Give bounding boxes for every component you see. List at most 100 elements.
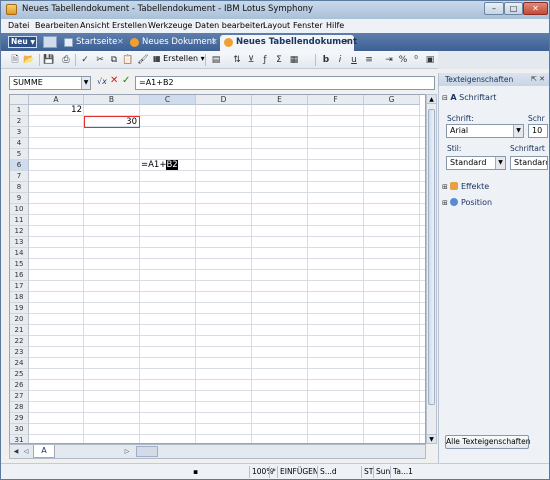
tab-list-icon[interactable]	[43, 36, 57, 48]
row-header-20[interactable]: 20	[10, 314, 29, 325]
row-header-10[interactable]: 10	[10, 204, 29, 215]
sort-icon[interactable]: ⇅	[231, 54, 243, 66]
scroll-up-icon[interactable]: ▲	[427, 95, 436, 104]
section-schriftart[interactable]: ⊟ A Schriftart	[442, 93, 496, 102]
column-header-a[interactable]: A	[29, 95, 84, 105]
row-header-17[interactable]: 17	[10, 281, 29, 292]
menu-datei[interactable]: Datei	[8, 21, 29, 30]
menu-werkzeuge[interactable]: Werkzeuge	[148, 21, 192, 30]
scroll-thumb[interactable]	[428, 109, 435, 405]
chevron-down-icon[interactable]: ▼	[495, 157, 505, 169]
next-sheet-icon[interactable]: ▷	[122, 447, 132, 457]
row-header-28[interactable]: 28	[10, 402, 29, 413]
column-header-g[interactable]: G	[364, 95, 420, 105]
expand-icon[interactable]: ⊞	[442, 199, 448, 207]
row-header-31[interactable]: 31	[10, 435, 29, 443]
row-header-3[interactable]: 3	[10, 127, 29, 138]
cell-c6[interactable]: =A1+B2	[140, 160, 200, 171]
number-format-icon[interactable]: %	[397, 54, 409, 66]
close-window-button[interactable]: ✕	[523, 2, 548, 15]
menu-erstellen[interactable]: Erstellen	[112, 21, 147, 30]
copy-icon[interactable]: ⧉	[108, 54, 120, 66]
open-icon[interactable]: 📂	[23, 54, 35, 66]
row-header-9[interactable]: 9	[10, 193, 29, 204]
column-header-f[interactable]: F	[308, 95, 364, 105]
create-button[interactable]: ▦ Erstellen ▾	[153, 54, 205, 63]
insert-mode[interactable]: EINFÜGEN	[277, 466, 319, 478]
row-header-27[interactable]: 27	[10, 391, 29, 402]
sidebar-pin-icon[interactable]: ⇱ ✕	[531, 73, 545, 86]
scroll-down-icon[interactable]: ▼	[427, 434, 436, 443]
accept-icon[interactable]: ✓	[122, 75, 130, 86]
row-header-24[interactable]: 24	[10, 358, 29, 369]
row-header-29[interactable]: 29	[10, 413, 29, 424]
column-header-c[interactable]: C	[140, 95, 196, 105]
row-header-11[interactable]: 11	[10, 215, 29, 226]
row-header-4[interactable]: 4	[10, 138, 29, 149]
underline-icon[interactable]: u	[348, 54, 360, 66]
select-all-corner[interactable]	[10, 95, 29, 105]
row-header-2[interactable]: 2	[10, 116, 29, 127]
decimal-icon[interactable]: ⁰	[410, 54, 422, 66]
spellcheck-icon[interactable]: ✓	[79, 54, 91, 66]
row-header-7[interactable]: 7	[10, 171, 29, 182]
row-header-19[interactable]: 19	[10, 303, 29, 314]
close-icon[interactable]: ✕	[211, 35, 218, 49]
vertical-scrollbar[interactable]: ▲ ▼	[426, 94, 437, 444]
formula-input[interactable]: =A1+B2	[135, 76, 435, 90]
chevron-down-icon[interactable]: ▼	[513, 125, 523, 137]
expand-icon[interactable]: ⊞	[442, 183, 448, 191]
row-header-8[interactable]: 8	[10, 182, 29, 193]
new-file-icon[interactable]: 🗎	[9, 54, 21, 66]
close-icon[interactable]: ✕	[344, 35, 351, 49]
row-header-30[interactable]: 30	[10, 424, 29, 435]
paragraph-style-field[interactable]: Standard ▼	[446, 156, 506, 170]
section-effekte[interactable]: ⊞ Effekte	[442, 182, 489, 191]
filter-icon[interactable]: ⊻	[245, 54, 257, 66]
bold-icon[interactable]: b	[320, 54, 332, 66]
selection-mode[interactable]: S...d	[317, 466, 361, 478]
paste-icon[interactable]: 📋	[122, 54, 134, 66]
cut-icon[interactable]: ✂	[94, 54, 106, 66]
font-style-field[interactable]: Standard	[510, 156, 548, 170]
menu-layout[interactable]: Layout	[263, 21, 290, 30]
format-paint-icon[interactable]: 🖌	[137, 54, 149, 66]
chart-icon[interactable]: ▤	[210, 54, 222, 66]
font-size-field[interactable]: 10	[528, 124, 548, 138]
name-box[interactable]: SUMME	[9, 76, 91, 90]
row-header-5[interactable]: 5	[10, 149, 29, 160]
tab-neues-tabellendokument[interactable]: Neues Tabellendokument ✕	[220, 35, 357, 51]
menu-daten-bearbeiten[interactable]: Daten bearbeiten	[195, 21, 265, 30]
menu-hilfe[interactable]: Hilfe	[326, 21, 344, 30]
all-text-properties-button[interactable]: Alle Texteigenschaften	[445, 435, 531, 449]
align-icon[interactable]: ≡	[363, 54, 375, 66]
sheet-tab[interactable]: A	[33, 445, 55, 458]
zoom-level[interactable]: 100%	[249, 466, 273, 478]
maximize-button[interactable]: □	[504, 2, 523, 15]
prev-sheet-icon[interactable]: ◁	[21, 447, 31, 457]
row-header-21[interactable]: 21	[10, 325, 29, 336]
sum-icon[interactable]: Σ	[273, 54, 285, 66]
first-sheet-icon[interactable]: ◀	[11, 447, 21, 457]
cell-a1[interactable]: 12	[29, 105, 84, 116]
print-icon[interactable]: ⎙	[60, 54, 72, 66]
collapse-icon[interactable]: ⊟	[442, 94, 448, 102]
function-icon[interactable]: ƒ	[259, 54, 271, 66]
close-icon[interactable]: ✕	[117, 35, 124, 49]
tab-startseite[interactable]: Startseite ✕	[60, 35, 126, 51]
row-header-6[interactable]: 6	[10, 160, 29, 171]
column-header-b[interactable]: B	[84, 95, 140, 105]
row-header-16[interactable]: 16	[10, 270, 29, 281]
save-icon[interactable]: 💾	[43, 54, 55, 66]
borders-icon[interactable]: ▣	[424, 54, 436, 66]
row-header-26[interactable]: 26	[10, 380, 29, 391]
row-header-23[interactable]: 23	[10, 347, 29, 358]
row-header-25[interactable]: 25	[10, 369, 29, 380]
menu-bearbeiten[interactable]: Bearbeiten	[35, 21, 79, 30]
function-wizard-button[interactable]: √x	[97, 77, 107, 86]
new-button[interactable]: Neu ▼	[8, 36, 37, 48]
row-header-1[interactable]: 1	[10, 105, 29, 116]
indent-icon[interactable]: ⇥	[383, 54, 395, 66]
tab-neues-dokument[interactable]: Neues Dokument ✕	[126, 35, 220, 51]
menu-fenster[interactable]: Fenster	[293, 21, 323, 30]
